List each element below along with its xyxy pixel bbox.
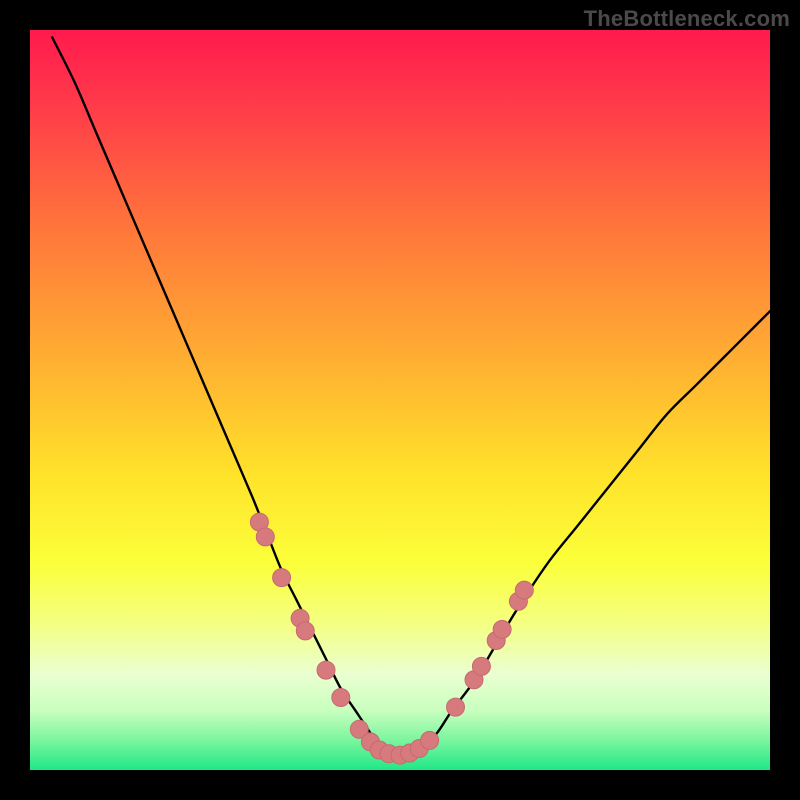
chart-frame: TheBottleneck.com	[0, 0, 800, 800]
curve-marker	[421, 731, 439, 749]
bottleneck-chart	[30, 30, 770, 770]
curve-marker	[296, 622, 314, 640]
curve-marker	[447, 698, 465, 716]
curve-marker	[256, 528, 274, 546]
curve-marker	[515, 581, 533, 599]
curve-marker	[332, 688, 350, 706]
curve-marker	[273, 569, 291, 587]
curve-marker	[493, 620, 511, 638]
watermark-text: TheBottleneck.com	[584, 6, 790, 32]
curve-marker	[317, 661, 335, 679]
gradient-background	[30, 30, 770, 770]
plot-area	[30, 30, 770, 770]
curve-marker	[472, 657, 490, 675]
